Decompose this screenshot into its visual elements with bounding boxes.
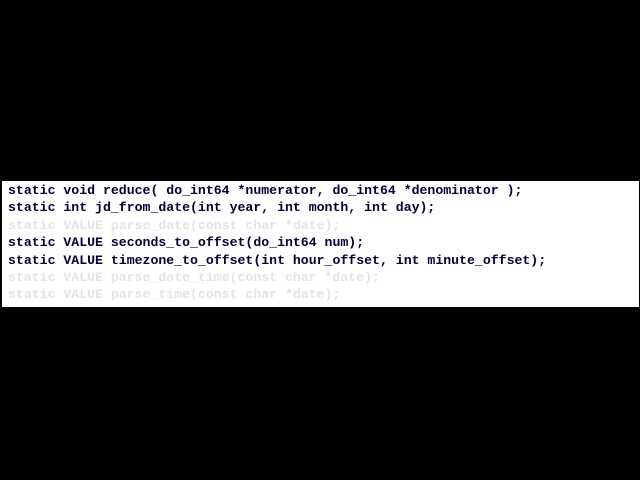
code-snippet-panel: static void reduce( do_int64 *numerator,… — [2, 181, 639, 307]
code-line-parse-date-time: static VALUE parse_date_time(const char … — [8, 269, 380, 285]
code-line-parse-time: static VALUE parse_time(const char *date… — [8, 287, 341, 303]
code-line-jd-from-date: static int jd_from_date(int year, int mo… — [8, 200, 436, 216]
screen-background: static void reduce( do_int64 *numerator,… — [0, 0, 640, 480]
code-line-reduce: static void reduce( do_int64 *numerator,… — [8, 183, 523, 198]
code-line-parse-date: static VALUE parse_date(const char *date… — [8, 217, 341, 233]
code-line-seconds-to-offset: static VALUE seconds_to_offset(do_int64 … — [8, 235, 365, 251]
code-line-timezone-to-offset: static VALUE timezone_to_offset(int hour… — [8, 252, 547, 268]
